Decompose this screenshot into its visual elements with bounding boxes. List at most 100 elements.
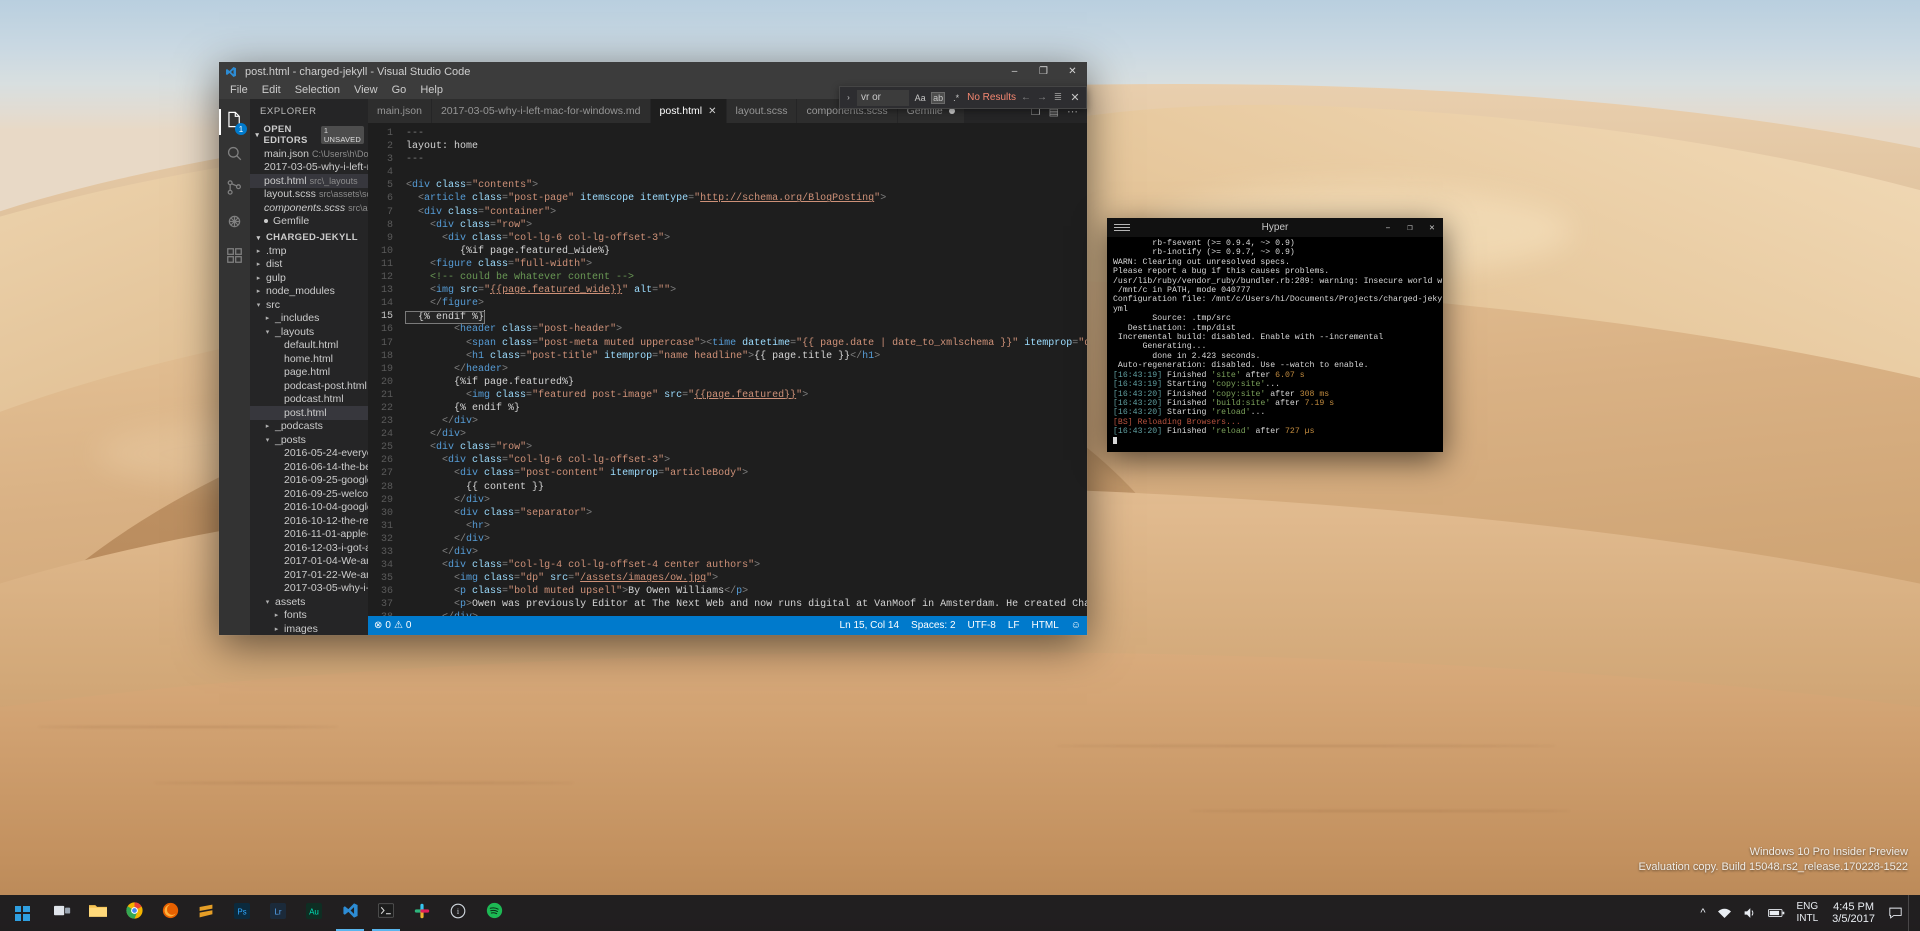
project-header[interactable]: ▾ CHARGED-JEKYLL	[250, 231, 368, 244]
code-line[interactable]: <div class="col-lg-6 col-lg-offset-3">	[400, 454, 1087, 467]
tree-file[interactable]: 2017-01-22-We-are-ba...	[250, 568, 368, 582]
code-line[interactable]: ---	[400, 153, 1087, 166]
menu-item-edit[interactable]: Edit	[255, 81, 288, 99]
show-desktop-button[interactable]	[1908, 895, 1916, 931]
menu-item-go[interactable]: Go	[385, 81, 414, 99]
code-line[interactable]: <img class="dp" src="/assets/images/ow.j…	[400, 572, 1087, 585]
code-line[interactable]: <p>Owen was previously Editor at The Nex…	[400, 598, 1087, 611]
code-line[interactable]: </figure>	[400, 297, 1087, 310]
tree-file[interactable]: 2016-05-24-everyone-i...	[250, 447, 368, 461]
editor-tab[interactable]: layout.scss	[727, 99, 798, 123]
code-line[interactable]: {%if page.featured%}	[400, 376, 1087, 389]
tree-file[interactable]: 2016-09-25-welcome-t...	[250, 487, 368, 501]
network-icon[interactable]	[1712, 895, 1737, 931]
tree-file[interactable]: post.html	[250, 406, 368, 420]
activity-bar-explorer[interactable]: 1	[219, 105, 250, 139]
code-line[interactable]: <header class="post-header">	[400, 323, 1087, 336]
editor-tab[interactable]: 2017-03-05-why-i-left-mac-for-windows.md	[432, 99, 651, 123]
code-editor[interactable]: 1234567891011121314151617181920212223242…	[368, 123, 1087, 616]
explorer-sidebar[interactable]: EXPLORER ▾ OPEN EDITORS 1 UNSAVED main.j…	[250, 99, 368, 635]
open-editor-item[interactable]: Gemfile	[250, 215, 368, 229]
status-encoding[interactable]: UTF-8	[962, 620, 1002, 631]
find-in-selection-button[interactable]: ≣	[1052, 92, 1064, 103]
tree-folder[interactable]: ▸dist	[250, 258, 368, 272]
windows-taskbar[interactable]: PsLrAui ^ ENG INTL 4:45 PM 3/5/2017	[0, 895, 1920, 931]
regex-toggle[interactable]: .*	[949, 93, 963, 103]
code-line[interactable]: <div class="col-lg-4 col-lg-offset-4 cen…	[400, 559, 1087, 572]
hyper-terminal-output[interactable]: rb-fsevent (>= 0.9.4, ~> 0.9) rb-inotify…	[1107, 237, 1443, 452]
file-tree[interactable]: ▸.tmp▸dist▸gulp▸node_modules▾src▸_includ…	[250, 244, 368, 635]
tree-file[interactable]: 2016-10-12-the-reason...	[250, 514, 368, 528]
action-center-icon[interactable]	[1883, 895, 1908, 931]
tree-folder[interactable]: ▸gulp	[250, 271, 368, 285]
code-line[interactable]: </div>	[400, 494, 1087, 507]
hyper-terminal-window[interactable]: Hyper – ❐ ✕ rb-fsevent (>= 0.9.4, ~> 0.9…	[1107, 218, 1443, 452]
tree-file[interactable]: page.html	[250, 366, 368, 380]
minimize-button[interactable]: –	[1000, 62, 1029, 81]
code-line[interactable]: <div class="col-lg-6 col-lg-offset-3">	[400, 232, 1087, 245]
find-widget[interactable]: › vr or Aa ab .* No Results ← → ≣ ✕	[839, 86, 1087, 109]
code-lines[interactable]: ---layout: home---<div class="contents">…	[400, 123, 1087, 616]
tree-file[interactable]: 2016-11-01-apple-just-...	[250, 528, 368, 542]
tree-file[interactable]: podcast.html	[250, 393, 368, 407]
find-previous-button[interactable]: ←	[1020, 92, 1032, 103]
tree-file[interactable]: 2016-10-04-google-is-...	[250, 501, 368, 515]
tree-file[interactable]: home.html	[250, 352, 368, 366]
tree-folder[interactable]: ▸_includes	[250, 312, 368, 326]
tray-chevron-icon[interactable]: ^	[1694, 895, 1711, 931]
code-line[interactable]: </div>	[400, 415, 1087, 428]
code-line[interactable]: <span class="post-meta muted uppercase">…	[400, 337, 1087, 350]
status-bar[interactable]: ⊗ 0 ⚠ 0 Ln 15, Col 14 Spaces: 2 UTF-8 LF…	[368, 616, 1087, 635]
menu-item-selection[interactable]: Selection	[288, 81, 347, 99]
tree-folder[interactable]: ▸images	[250, 622, 368, 635]
code-line[interactable]: </header>	[400, 363, 1087, 376]
smiley-feedback-icon[interactable]: ☺	[1065, 620, 1087, 631]
code-line[interactable]	[400, 166, 1087, 179]
taskbar-item-task-view[interactable]	[44, 895, 80, 931]
activity-bar-extensions[interactable]	[219, 241, 250, 275]
code-line[interactable]: <div class="post-content" itemprop="arti…	[400, 467, 1087, 480]
menu-item-view[interactable]: View	[347, 81, 385, 99]
activity-bar-debug[interactable]	[219, 207, 250, 241]
taskbar-item-vscode[interactable]	[332, 895, 368, 931]
code-line[interactable]: <div class="separator">	[400, 507, 1087, 520]
find-input[interactable]: vr or	[857, 90, 909, 106]
clock[interactable]: 4:45 PM 3/5/2017	[1824, 901, 1883, 925]
editor-tab[interactable]: main.json	[368, 99, 432, 123]
vscode-window[interactable]: post.html - charged-jekyll - Visual Stud…	[219, 62, 1087, 635]
code-line[interactable]: {{ content }}	[400, 481, 1087, 494]
find-close-button[interactable]: ✕	[1068, 91, 1082, 104]
language-indicator[interactable]: ENG INTL	[1791, 901, 1825, 925]
menu-item-file[interactable]: File	[223, 81, 255, 99]
taskbar-item-slack[interactable]	[404, 895, 440, 931]
close-button[interactable]: ✕	[1058, 62, 1087, 81]
tree-file[interactable]: 2016-06-14-the-beginn...	[250, 460, 368, 474]
system-tray[interactable]: ^ ENG INTL 4:45 PM 3/5/2017	[1694, 895, 1920, 931]
code-line[interactable]: {% endif %}	[400, 402, 1087, 415]
code-line[interactable]: {%if page.featured_wide%}	[400, 245, 1087, 258]
code-line[interactable]: {% endif %}	[400, 310, 1087, 323]
code-line[interactable]: <div class="row">	[400, 219, 1087, 232]
maximize-button[interactable]: ❐	[1029, 62, 1058, 81]
tree-file[interactable]: 2017-03-05-why-i-left-...	[250, 582, 368, 596]
tree-file[interactable]: 2016-12-03-i-got-a-go...	[250, 541, 368, 555]
code-line[interactable]: <article class="post-page" itemscope ite…	[400, 192, 1087, 205]
open-editors-list[interactable]: main.jsonC:\Users\h\Downl...2017-03-05-w…	[250, 147, 368, 228]
tree-folder[interactable]: ▾assets	[250, 595, 368, 609]
code-line[interactable]: <div class="container">	[400, 206, 1087, 219]
battery-icon[interactable]	[1762, 895, 1791, 931]
open-editor-item[interactable]: 2017-03-05-why-i-left-mac...	[250, 161, 368, 175]
code-line[interactable]: ---	[400, 127, 1087, 140]
find-next-button[interactable]: →	[1036, 92, 1048, 103]
tree-folder[interactable]: ▸_podcasts	[250, 420, 368, 434]
toggle-replace-icon[interactable]: ›	[844, 93, 853, 102]
taskbar-item-spotify[interactable]	[476, 895, 512, 931]
match-case-toggle[interactable]: Aa	[913, 93, 927, 103]
code-line[interactable]: <img class="featured post-image" src="{{…	[400, 389, 1087, 402]
activity-bar-search[interactable]	[219, 139, 250, 173]
code-line[interactable]: layout: home	[400, 140, 1087, 153]
tree-folder[interactable]: ▸fonts	[250, 609, 368, 623]
tree-folder[interactable]: ▸.tmp	[250, 244, 368, 258]
tree-folder[interactable]: ▸node_modules	[250, 285, 368, 299]
code-line[interactable]: <p class="bold muted upsell">By Owen Wil…	[400, 585, 1087, 598]
